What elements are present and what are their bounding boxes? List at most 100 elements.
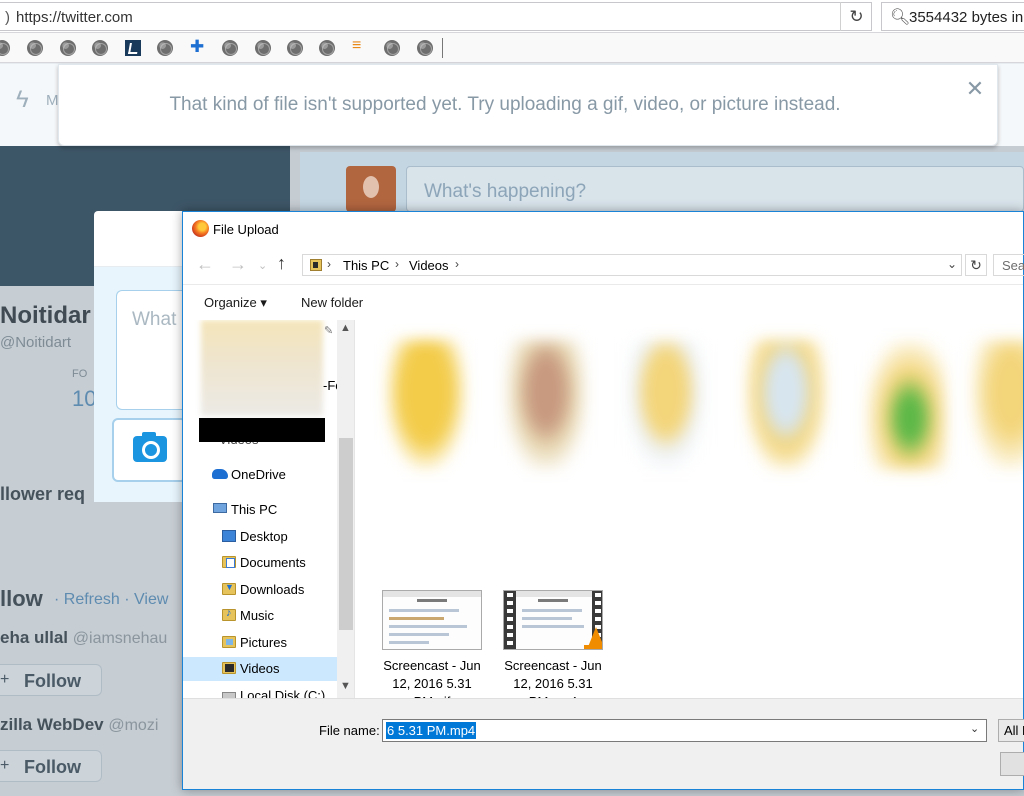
globe-icon[interactable]	[157, 40, 173, 56]
thumbnail-line	[389, 625, 467, 628]
tree-item-music[interactable]: Music	[183, 604, 337, 628]
refresh-view-links: · Refresh · View	[54, 591, 169, 608]
breadcrumb-this-pc[interactable]: This PC	[343, 258, 389, 273]
tree-label: Documents	[240, 555, 306, 570]
suggestion-handle: @iamsnehau	[72, 630, 168, 647]
gif-thumbnail	[382, 590, 482, 650]
onedrive-icon	[212, 469, 228, 479]
tree-label: OneDrive	[231, 467, 286, 482]
url-text[interactable]: https://twitter.com	[16, 9, 133, 26]
file-name: Screencast - Jun 12, 2016 5.31 PM.mp4	[504, 658, 602, 698]
file-type-select[interactable]: All F	[998, 719, 1024, 742]
browser-search-field[interactable]: 🔍︎ 3554432 bytes in	[881, 2, 1024, 31]
recent-locations-icon[interactable]: ⌄	[258, 259, 267, 272]
tree-label: This PC	[231, 502, 278, 517]
tree-label: Videos	[240, 661, 280, 676]
chevron-down-icon[interactable]: ▼	[340, 680, 351, 692]
puzzle-icon[interactable]: ✚	[190, 37, 206, 56]
organize-button[interactable]: Organize ▾	[204, 295, 267, 311]
unsupported-file-alert: That kind of file isn't supported yet. T…	[58, 64, 998, 146]
suggestion-user: zilla WebDev @mozi	[0, 715, 158, 735]
downloads-icon	[222, 582, 236, 595]
navigation-pane: ✎ -Fo Videos OneDrive This PC Desktop Do…	[183, 320, 355, 698]
alert-message: That kind of file isn't supported yet. T…	[169, 94, 841, 115]
forward-icon[interactable]: →	[229, 254, 247, 275]
blurred-folder	[506, 340, 586, 470]
follower-requests: llower req	[0, 484, 86, 504]
follow-label: Follow	[24, 671, 81, 691]
videos-folder-icon	[310, 259, 322, 271]
thumbnail-bar	[383, 591, 481, 597]
up-icon[interactable]: ↑	[277, 253, 286, 274]
chevron-down-icon[interactable]: ⌄	[970, 722, 979, 735]
command-bar: Organize ▾ New folder	[183, 284, 1023, 320]
bookmarks-divider	[442, 38, 443, 58]
globe-icon[interactable]	[384, 40, 400, 56]
reload-button[interactable]: ↻	[840, 2, 872, 31]
file-name-label: File name:	[319, 723, 380, 738]
folder-search-field[interactable]: Sear	[993, 254, 1024, 276]
file-name-field[interactable]: 6 5.31 PM.mp4 ⌄	[382, 719, 987, 742]
file-type-value: All F	[1004, 723, 1024, 738]
blurred-folder	[971, 340, 1023, 470]
back-icon[interactable]: ←	[196, 254, 214, 275]
chevron-down-icon[interactable]: ⌄	[947, 257, 957, 271]
address-field[interactable]: ) https://twitter.com	[0, 2, 872, 31]
vlc-cone-base	[584, 645, 602, 649]
globe-icon[interactable]	[319, 40, 335, 56]
address-bar[interactable]: › This PC › Videos › ⌄	[302, 254, 962, 276]
breadcrumb-separator: ›	[455, 257, 459, 271]
reload-icon: ↻	[849, 6, 864, 26]
tweet-placeholder: What	[132, 309, 177, 330]
music-icon	[222, 607, 236, 621]
file-name-value[interactable]: 6 5.31 PM.mp4	[386, 722, 477, 739]
stat-value: 10	[72, 386, 97, 411]
open-button[interactable]	[1000, 752, 1024, 776]
tree-item-videos[interactable]: Videos	[183, 657, 337, 681]
tree-item-local-disk[interactable]: Local Disk (C:)	[183, 684, 337, 698]
breadcrumb-videos[interactable]: Videos	[409, 258, 449, 273]
stack-icon[interactable]: ≡	[352, 37, 368, 54]
profile-handle: @Noitidart	[0, 334, 72, 351]
avatar	[346, 166, 396, 212]
tree-item-downloads[interactable]: Downloads	[183, 578, 337, 602]
site-icon[interactable]	[125, 40, 141, 56]
breadcrumb-separator: ›	[395, 257, 399, 271]
follow-label: Follow	[24, 757, 81, 777]
globe-icon[interactable]	[60, 40, 76, 56]
new-folder-button[interactable]: New folder	[301, 295, 363, 310]
blurred-folder	[626, 340, 706, 470]
globe-icon[interactable]	[92, 40, 108, 56]
chevron-up-icon[interactable]: ▲	[340, 322, 351, 334]
close-icon[interactable]: ✕	[963, 77, 987, 101]
globe-icon[interactable]	[417, 40, 433, 56]
blurred-folder	[386, 340, 466, 470]
dialog-titlebar[interactable]: File Upload	[183, 212, 1023, 246]
globe-icon[interactable]	[27, 40, 43, 56]
tree-item-this-pc[interactable]: This PC	[183, 498, 337, 522]
tree-label: Desktop	[240, 529, 288, 544]
thumbnail-line	[389, 641, 429, 644]
globe-icon[interactable]	[0, 40, 10, 56]
globe-icon[interactable]	[287, 40, 303, 56]
blurred-folder	[746, 340, 826, 470]
refresh-button[interactable]: ↻	[965, 254, 987, 276]
suggestion-name: zilla WebDev	[0, 715, 104, 734]
search-text[interactable]: 3554432 bytes in	[909, 9, 1023, 26]
refresh-icon: ↻	[970, 257, 982, 273]
nav-scrollbar-thumb[interactable]	[339, 438, 353, 630]
moments-icon: ϟ	[16, 86, 29, 113]
tree-item-desktop[interactable]: Desktop	[183, 525, 337, 549]
thumbnail-line	[389, 609, 459, 612]
tree-item-onedrive[interactable]: OneDrive	[183, 463, 337, 487]
tree-item-documents[interactable]: Documents	[183, 551, 337, 575]
file-list-pane: Screencast - Jun 12, 2016 5.31 PM.gif Sc…	[356, 320, 1023, 698]
globe-icon[interactable]	[222, 40, 238, 56]
tree-item-pictures[interactable]: Pictures	[183, 631, 337, 655]
suggestion-user: eha ullal @iamsnehau	[0, 628, 167, 648]
search-icon: 🔍︎	[890, 9, 911, 26]
thumbnail-line	[522, 609, 582, 612]
globe-icon[interactable]	[255, 40, 271, 56]
documents-icon	[222, 556, 236, 568]
film-strip	[504, 591, 516, 649]
